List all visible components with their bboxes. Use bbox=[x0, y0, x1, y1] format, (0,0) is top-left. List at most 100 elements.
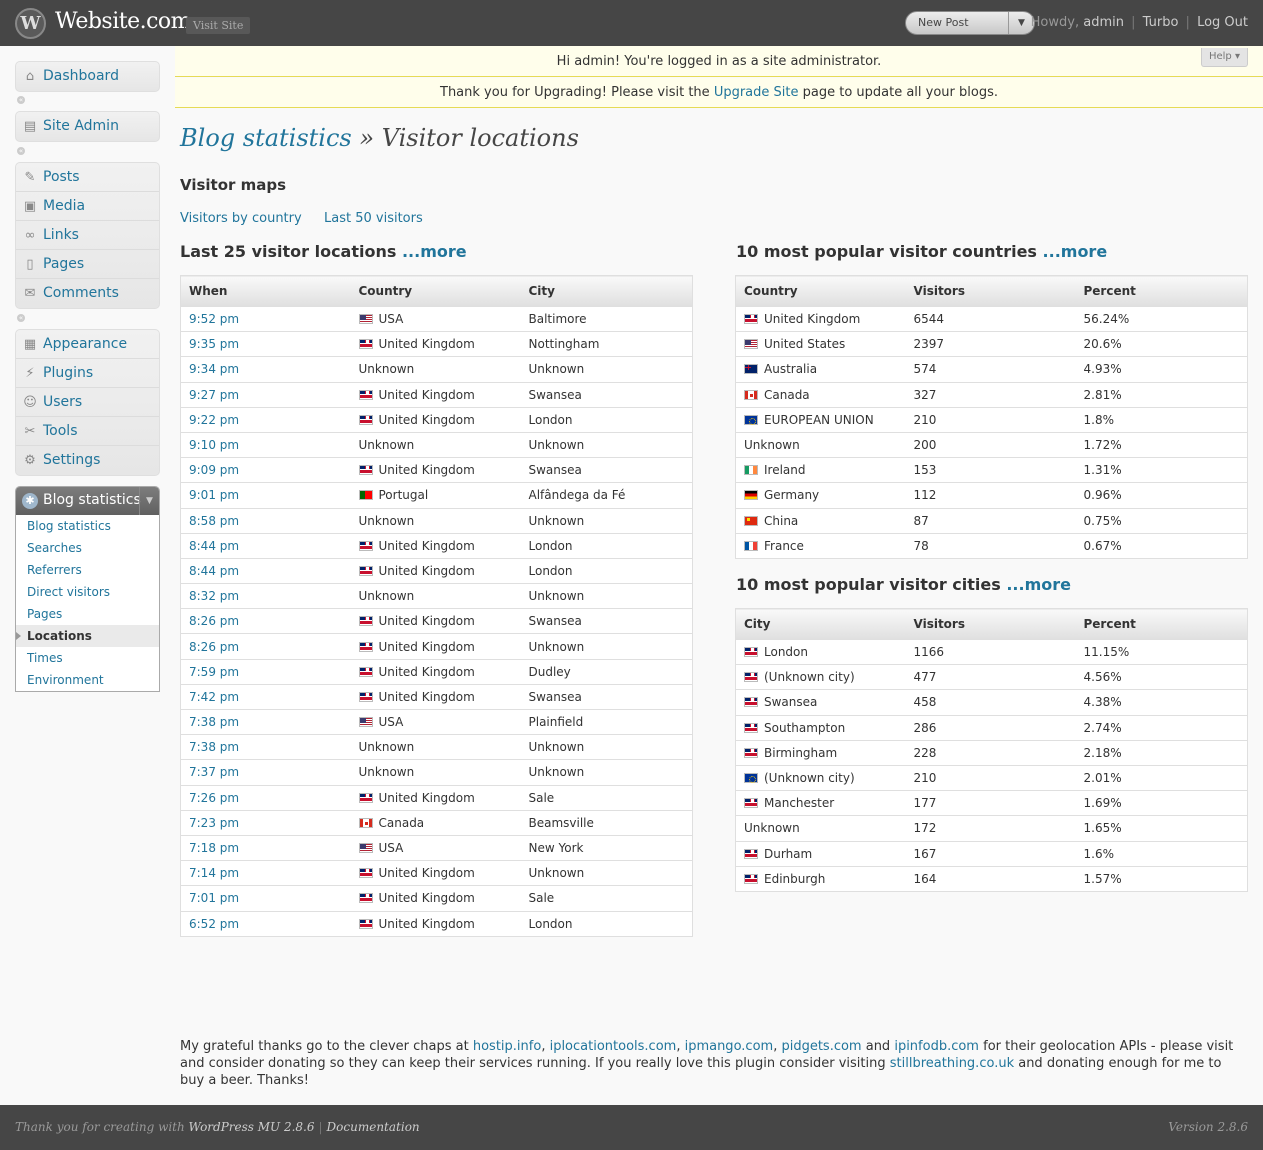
visit-time-link[interactable]: 7:23 pm bbox=[189, 816, 239, 830]
submenu-blog-statistics[interactable]: Blog statistics bbox=[16, 515, 159, 537]
menu-dashboard[interactable]: ⌂ Dashboard bbox=[16, 62, 159, 91]
blog-statistics-link[interactable]: Blog statistics bbox=[180, 124, 352, 152]
submenu-pages[interactable]: Pages bbox=[16, 603, 159, 625]
menu-label[interactable]: Comments bbox=[43, 285, 119, 301]
visit-time-link[interactable]: 7:59 pm bbox=[189, 665, 239, 679]
menu-label[interactable]: Posts bbox=[43, 169, 80, 185]
menu-pages[interactable]: ▯ Pages bbox=[16, 250, 159, 279]
collapse-arrow-icon[interactable]: « bbox=[17, 147, 25, 155]
visit-time-link[interactable]: 9:09 pm bbox=[189, 463, 239, 477]
menu-media[interactable]: ▣ Media bbox=[16, 192, 159, 221]
country-cell: France bbox=[736, 533, 906, 558]
menu-label[interactable]: Appearance bbox=[43, 336, 127, 352]
visit-time-link[interactable]: 9:22 pm bbox=[189, 413, 239, 427]
upgrade-site-link[interactable]: Upgrade Site bbox=[714, 85, 799, 100]
visit-time-link[interactable]: 9:10 pm bbox=[189, 438, 239, 452]
visitors-count: 112 bbox=[913, 488, 937, 503]
menu-label[interactable]: Media bbox=[43, 198, 85, 214]
ipmango-link[interactable]: ipmango.com bbox=[685, 1039, 774, 1054]
menu-site-admin[interactable]: ▤ Site Admin bbox=[16, 112, 159, 141]
city-cell: London bbox=[520, 407, 693, 433]
menu-plugins[interactable]: ⚡ Plugins bbox=[16, 359, 159, 388]
visit-time-link[interactable]: 8:44 pm bbox=[189, 564, 239, 578]
time-cell: 7:26 pm bbox=[180, 785, 351, 811]
visit-time-link[interactable]: 8:58 pm bbox=[189, 514, 239, 528]
submenu-environment[interactable]: Environment bbox=[16, 669, 159, 691]
collapse-arrow-icon[interactable]: « bbox=[17, 96, 25, 104]
help-button[interactable]: Help ▾ bbox=[1201, 48, 1248, 67]
iplocationtools-link[interactable]: iplocationtools.com bbox=[550, 1039, 677, 1054]
ipinfodb-link[interactable]: ipinfodb.com bbox=[894, 1039, 979, 1054]
menu-settings[interactable]: ⚙ Settings bbox=[16, 446, 159, 475]
country-name: United Kingdom bbox=[378, 387, 475, 402]
visit-time-link[interactable]: 9:52 pm bbox=[189, 312, 239, 326]
visit-time-link[interactable]: 7:38 pm bbox=[189, 715, 239, 729]
menu-label[interactable]: Dashboard bbox=[43, 68, 119, 84]
visit-time-link[interactable]: 6:52 pm bbox=[189, 917, 239, 931]
more-link[interactable]: ...more bbox=[1043, 242, 1108, 261]
menu-tools[interactable]: ✂ Tools bbox=[16, 417, 159, 446]
visit-time-link[interactable]: 7:42 pm bbox=[189, 690, 239, 704]
visit-time-link[interactable]: 9:35 pm bbox=[189, 337, 239, 351]
site-title[interactable]: Website.com bbox=[55, 9, 192, 34]
menu-links[interactable]: ∞ Links bbox=[16, 221, 159, 250]
visit-time-link[interactable]: 7:14 pm bbox=[189, 866, 239, 880]
menu-comments[interactable]: ✉ Comments bbox=[16, 279, 159, 308]
menu-users[interactable]: ☺ Users bbox=[16, 388, 159, 417]
menu-label[interactable]: Site Admin bbox=[43, 118, 119, 134]
visit-time-link[interactable]: 8:26 pm bbox=[189, 640, 239, 654]
hostip-link[interactable]: hostip.info bbox=[473, 1039, 541, 1054]
visit-time-link[interactable]: 7:37 pm bbox=[189, 765, 239, 779]
last-50-visitors-link[interactable]: Last 50 visitors bbox=[324, 211, 423, 226]
wordpress-mu-link[interactable]: WordPress MU 2.8.6 bbox=[189, 1120, 315, 1134]
submenu-referrers[interactable]: Referrers bbox=[16, 559, 159, 581]
menu-label[interactable]: Links bbox=[43, 227, 79, 243]
more-link[interactable]: ...more bbox=[1006, 575, 1071, 594]
visit-time-link[interactable]: 9:34 pm bbox=[189, 362, 239, 376]
menu-label[interactable]: Tools bbox=[43, 423, 78, 439]
city-name: Swansea bbox=[528, 614, 582, 629]
visit-time-link[interactable]: 8:26 pm bbox=[189, 614, 239, 628]
menu-label[interactable]: Blog statistics bbox=[43, 492, 141, 508]
menu-blog-statistics[interactable]: ✱ Blog statistics ▼ bbox=[16, 487, 159, 515]
visit-time-link[interactable]: 9:27 pm bbox=[189, 388, 239, 402]
more-link[interactable]: ...more bbox=[402, 242, 467, 261]
visit-time-link[interactable]: 7:38 pm bbox=[189, 740, 239, 754]
collapse-arrow-icon[interactable]: « bbox=[17, 314, 25, 322]
documentation-link[interactable]: Documentation bbox=[327, 1120, 420, 1134]
submenu-direct-visitors[interactable]: Direct visitors bbox=[16, 581, 159, 603]
help-label[interactable]: Help bbox=[1209, 51, 1232, 62]
menu-label[interactable]: Pages bbox=[43, 256, 84, 272]
stillbreathing-link[interactable]: stillbreathing.co.uk bbox=[890, 1056, 1014, 1071]
new-post-label[interactable]: New Post bbox=[918, 16, 969, 29]
visit-time-link[interactable]: 7:26 pm bbox=[189, 791, 239, 805]
menu-label[interactable]: Users bbox=[43, 394, 82, 410]
turbo-link[interactable]: Turbo bbox=[1143, 15, 1179, 30]
menu-appearance[interactable]: ▦ Appearance bbox=[16, 330, 159, 359]
user-profile-link[interactable]: admin bbox=[1083, 15, 1124, 30]
visit-time-link[interactable]: 8:32 pm bbox=[189, 589, 239, 603]
table-row: 7:01 pm United Kingdom Sale bbox=[180, 885, 693, 912]
submenu-times[interactable]: Times bbox=[16, 647, 159, 669]
section-title-text: 10 most popular visitor cities bbox=[736, 575, 1007, 594]
percent-value: 2.01% bbox=[1083, 771, 1122, 786]
menu-posts[interactable]: ✎ Posts bbox=[16, 163, 159, 192]
wordpress-logo-icon[interactable]: W bbox=[15, 8, 46, 39]
menu-label[interactable]: Plugins bbox=[43, 365, 93, 381]
chevron-down-icon[interactable]: ▼ bbox=[139, 487, 159, 515]
menu-label[interactable]: Settings bbox=[43, 452, 100, 468]
visitors-by-country-link[interactable]: Visitors by country bbox=[180, 211, 302, 226]
new-post-button[interactable]: New Post ▼ bbox=[905, 11, 1035, 35]
visit-time-link[interactable]: 7:01 pm bbox=[189, 891, 239, 905]
pidgets-link[interactable]: pidgets.com bbox=[781, 1039, 861, 1054]
footer-thanks: Thank you for creating with bbox=[15, 1120, 189, 1134]
visit-time-link[interactable]: 7:18 pm bbox=[189, 841, 239, 855]
logout-link[interactable]: Log Out bbox=[1197, 15, 1248, 30]
flag-uk-icon bbox=[358, 893, 373, 904]
visit-time-link[interactable]: 8:44 pm bbox=[189, 539, 239, 553]
submenu-searches[interactable]: Searches bbox=[16, 537, 159, 559]
submenu-locations[interactable]: Locations bbox=[16, 625, 159, 647]
time-cell: 8:32 pm bbox=[180, 583, 351, 610]
visit-site-button[interactable]: Visit Site bbox=[186, 17, 251, 34]
visit-time-link[interactable]: 9:01 pm bbox=[189, 488, 239, 502]
